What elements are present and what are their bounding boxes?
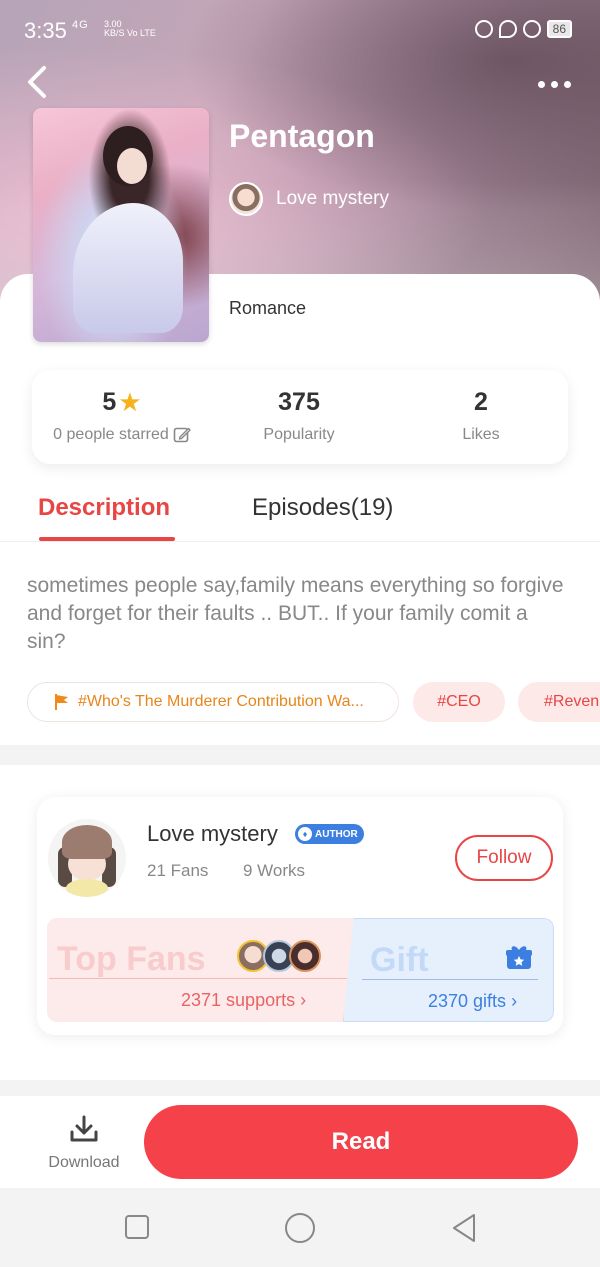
- hero-author-link[interactable]: Love mystery: [229, 182, 389, 216]
- more-options-button[interactable]: [534, 72, 574, 96]
- star-icon: ★: [118, 387, 142, 417]
- author-badge-icon: ♦: [298, 827, 312, 841]
- top-fans-avatars: [237, 940, 321, 972]
- more-dot: [563, 80, 571, 88]
- author-fans: 21 Fans: [147, 861, 209, 880]
- author-works: 9 Works: [243, 861, 306, 880]
- popularity-label: Popularity: [263, 426, 335, 443]
- battery-icon: 86: [546, 20, 572, 38]
- bottom-action-bar: Download Read: [0, 1096, 600, 1188]
- rating-label: 0 people starred: [53, 426, 169, 443]
- author-badge: ♦ AUTHOR: [295, 824, 364, 844]
- gifts-count[interactable]: 2370 gifts ›: [428, 991, 517, 1012]
- active-tab-indicator: [39, 537, 175, 541]
- supports-label: 2371 supports: [181, 990, 296, 1010]
- section-divider-bottom: [0, 1080, 600, 1096]
- stat-likes: 2 Likes: [391, 370, 571, 444]
- fan-avatar: [289, 940, 321, 972]
- chevron-right-icon: ›: [300, 990, 307, 1010]
- likes-label: Likes: [462, 426, 500, 443]
- book-genre: Romance: [229, 298, 307, 318]
- gift-icon: [506, 946, 532, 969]
- stat-popularity: 375 Popularity: [209, 370, 389, 444]
- network-speed-unit: KB/S: [104, 28, 125, 38]
- book-cover[interactable]: [33, 108, 209, 342]
- avatar-scarf: [66, 879, 108, 897]
- hero-author-name: Love mystery: [276, 188, 389, 209]
- download-icon: [70, 1115, 98, 1142]
- edit-icon[interactable]: [173, 426, 191, 444]
- moon-icon: [498, 20, 517, 38]
- top-fans-panel[interactable]: Top Fans 2371 supports ›: [47, 918, 359, 1022]
- author-avatar[interactable]: [48, 819, 126, 897]
- rating-value-row: 5 ★: [32, 386, 212, 418]
- author-badge-label: AUTHOR: [315, 828, 358, 840]
- network-speed: 3.00 KB/S Vo LTE: [104, 20, 156, 38]
- back-nav-icon[interactable]: [450, 1212, 478, 1244]
- flag-icon: [55, 694, 68, 710]
- top-fans-divider: [49, 978, 349, 979]
- author-avatar-small: [229, 182, 263, 216]
- detail-tabs: Description Episodes(19): [0, 490, 600, 542]
- top-fans-title: Top Fans: [57, 940, 206, 978]
- tag-list[interactable]: #Who's The Murderer Contribution Wa... #…: [27, 682, 600, 722]
- section-divider: [0, 745, 600, 765]
- rating-value: 5: [102, 387, 117, 416]
- tag-revenge[interactable]: #Reven: [518, 682, 600, 722]
- author-name[interactable]: Love mystery: [147, 821, 278, 847]
- gifts-label: 2370 gifts: [428, 991, 507, 1011]
- cover-figure-dress: [73, 203, 183, 333]
- signal-icon: 4G: [72, 19, 89, 31]
- home-icon[interactable]: [284, 1212, 316, 1244]
- system-navigation-bar: [0, 1188, 600, 1267]
- gift-title: Gift: [370, 941, 429, 979]
- book-description: sometimes people say,family means everyt…: [27, 574, 564, 653]
- status-icons: 86: [474, 20, 572, 38]
- tag-contribution-label: #Who's The Murderer Contribution Wa...: [78, 693, 364, 710]
- avatar-hat: [62, 825, 112, 859]
- gift-divider: [362, 979, 538, 980]
- cover-figure-face: [117, 148, 147, 184]
- stats-card: 5 ★ 0 people starred 375 Popularity 2 Li…: [32, 370, 568, 464]
- likes-value: 2: [474, 387, 488, 416]
- support-panels: Top Fans 2371 supports › Gift 2370 gifts…: [47, 918, 554, 1022]
- more-dot: [550, 80, 558, 88]
- read-button[interactable]: Read: [144, 1105, 578, 1179]
- tab-episodes[interactable]: Episodes(19): [252, 494, 393, 522]
- popularity-value: 375: [278, 387, 320, 416]
- more-dot: [537, 80, 545, 88]
- gift-panel[interactable]: Gift 2370 gifts ›: [343, 918, 554, 1022]
- stat-rating[interactable]: 5 ★ 0 people starred: [32, 370, 212, 444]
- follow-button[interactable]: Follow: [455, 835, 553, 881]
- alarm-icon: [522, 20, 541, 38]
- back-arrow-icon: [28, 66, 46, 98]
- status-bar: 3:35 4G 3.00 KB/S Vo LTE 86: [0, 0, 600, 62]
- tab-description[interactable]: Description: [38, 494, 170, 522]
- tag-contribution[interactable]: #Who's The Murderer Contribution Wa...: [27, 682, 399, 722]
- book-title: Pentagon: [229, 118, 375, 154]
- back-button[interactable]: [22, 64, 54, 100]
- author-card: Love mystery ♦ AUTHOR 21 Fans 9 Works Fo…: [37, 797, 563, 1035]
- data-saver-icon: [474, 20, 493, 38]
- carrier-label: Vo LTE: [127, 28, 156, 38]
- tag-ceo[interactable]: #CEO: [413, 682, 505, 722]
- supports-count[interactable]: 2371 supports ›: [181, 990, 306, 1011]
- chevron-right-icon: ›: [511, 991, 518, 1011]
- recent-apps-icon[interactable]: [124, 1214, 150, 1240]
- rating-label-row: 0 people starred: [32, 426, 212, 444]
- download-label: Download: [48, 1154, 120, 1171]
- download-button[interactable]: Download: [40, 1114, 128, 1172]
- status-time: 3:35: [24, 18, 67, 43]
